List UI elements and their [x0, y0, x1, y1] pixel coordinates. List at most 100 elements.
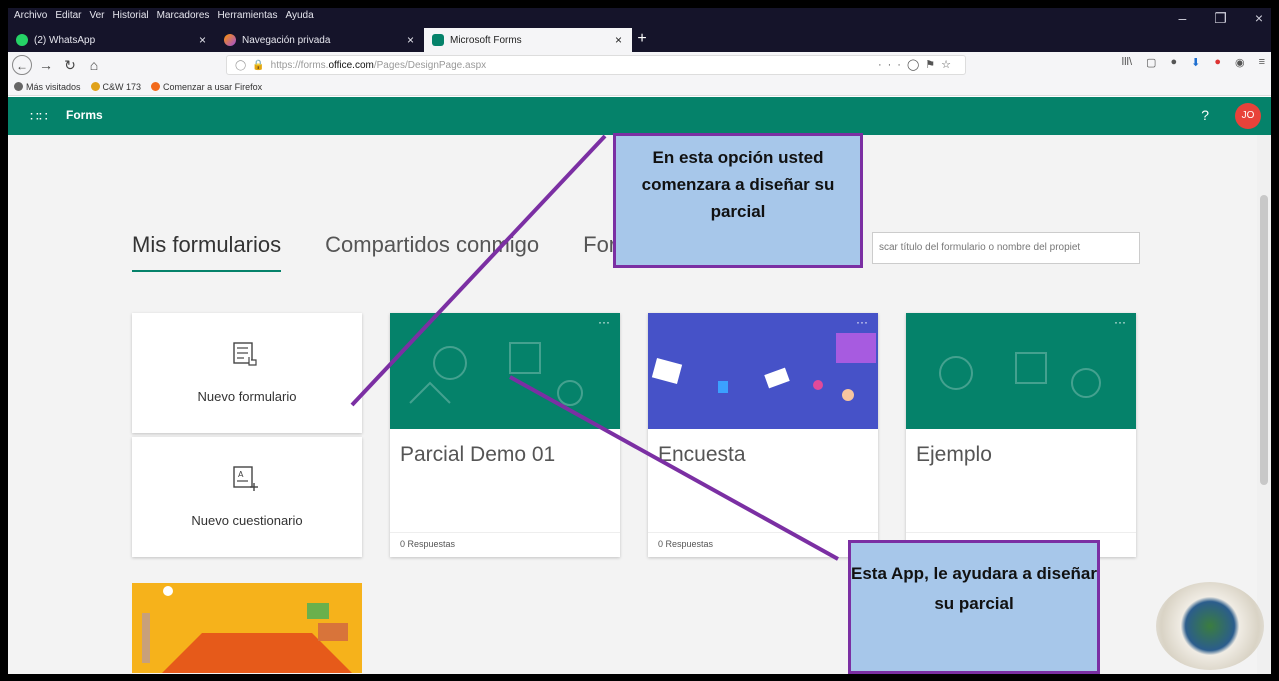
firefox-icon [151, 82, 161, 91]
url-actions[interactable]: ···◯⚑☆ [878, 58, 957, 71]
bookmarks-toolbar: Más visitados C&W 173 Comenzar a usar Fi… [8, 78, 1271, 96]
callout-design-option: En esta opción usted comenzara a diseñar… [613, 133, 863, 268]
form-card-ejemplo[interactable]: ··· Ejemplo [906, 313, 1136, 557]
avatar[interactable]: JO [1235, 103, 1261, 129]
form-title: Encuesta [658, 443, 746, 466]
bookmark-label: Comenzar a usar Firefox [163, 81, 263, 92]
library-icon[interactable]: lll\ [1122, 56, 1132, 69]
forms-header: ∷∷ Forms ? JO [8, 97, 1271, 135]
restore-icon[interactable]: ❐ [1214, 10, 1227, 27]
url-prefix: https://forms. [270, 59, 329, 71]
tab-microsoft-forms[interactable]: Microsoft Forms × [424, 28, 632, 52]
sidebar-icon[interactable]: ▢ [1146, 56, 1156, 69]
extension-icon[interactable]: ● [1170, 56, 1177, 69]
app-launcher-icon[interactable]: ∷∷ [30, 108, 48, 125]
tab-compartidos[interactable]: Compartidos conmigo [325, 232, 539, 272]
menu-marcadores[interactable]: Marcadores [157, 10, 210, 21]
new-quiz-label: Nuevo cuestionario [191, 513, 303, 528]
divider [906, 532, 1136, 533]
form-card-encuesta[interactable]: ··· Encuesta 0 Respuestas [648, 313, 878, 557]
tab-label: Microsoft Forms [450, 34, 522, 46]
menu-editar[interactable]: Editar [55, 10, 81, 21]
account-icon[interactable]: ◉ [1235, 56, 1245, 69]
divider [648, 532, 878, 533]
scrollbar[interactable] [1257, 135, 1271, 674]
tab-mis-formularios[interactable]: Mis formularios [132, 232, 282, 272]
new-tab-button[interactable]: + [632, 28, 652, 52]
bookmark-firefox[interactable]: Comenzar a usar Firefox [151, 82, 262, 92]
forms-nav-tabs: Mis formularios Compartidos conmigo Form [132, 232, 634, 272]
tracking-shield-icon[interactable]: ◯ [235, 60, 246, 71]
callout-app-help: Esta App, le ayudara a diseñar su parcia… [848, 540, 1100, 674]
card-banner: ··· [906, 313, 1136, 429]
minimize-icon[interactable]: – [1178, 10, 1186, 27]
menu-bar: Archivo Editar Ver Historial Marcadores … [14, 10, 314, 21]
close-tab-icon[interactable]: × [407, 33, 414, 47]
url-bar[interactable]: ◯ 🔒 https://forms. office.com/Pages/Desig… [226, 55, 966, 75]
menu-herramientas[interactable]: Herramientas [217, 10, 277, 21]
menu-ayuda[interactable]: Ayuda [285, 10, 313, 21]
tab-private[interactable]: Navegación privada × [216, 28, 424, 52]
window-controls: – ❐ × [1178, 10, 1263, 27]
banner-illustration [651, 333, 876, 401]
tab-whatsapp[interactable]: (2) WhatsApp × [8, 28, 216, 52]
new-form-label: Nuevo formulario [197, 389, 297, 404]
new-form-icon [233, 342, 257, 366]
bookmark-cw[interactable]: C&W 173 [90, 81, 142, 92]
card-more-icon[interactable]: ··· [1114, 315, 1126, 329]
bookmark-mas-visitados[interactable]: Más visitados [14, 82, 81, 92]
addon-badge-icon[interactable]: ● [1214, 56, 1221, 69]
whatsapp-icon [16, 34, 28, 46]
bookmark-label: Más visitados [26, 81, 81, 92]
help-button[interactable]: ? [1201, 107, 1209, 123]
new-quiz-button[interactable]: A Nuevo cuestionario [132, 437, 362, 557]
tab-label: (2) WhatsApp [34, 34, 96, 46]
flower-icon [90, 82, 100, 91]
toolbar-icons: lll\ ▢ ● ⬇ ● ◉ ≡ [1122, 56, 1265, 69]
menu-icon[interactable]: ≡ [1259, 56, 1265, 69]
navigation-toolbar: ← → ↻ ⌂ ◯ 🔒 https://forms. office.com/Pag… [8, 52, 1271, 78]
home-icon[interactable]: ⌂ [84, 55, 104, 75]
lock-icon[interactable]: 🔒 [252, 60, 264, 71]
gear-icon [14, 82, 23, 91]
card-banner: ··· [390, 313, 620, 429]
menu-archivo[interactable]: Archivo [14, 10, 47, 21]
card-banner: ··· [648, 313, 878, 429]
template-illustration [132, 583, 362, 673]
tab-label: Navegación privada [242, 34, 331, 46]
form-title: Parcial Demo 01 [400, 443, 556, 466]
url-domain: office.com [328, 59, 374, 71]
card-more-icon[interactable]: ··· [856, 315, 868, 329]
search-input[interactable]: scar título del formulario o nombre del … [872, 232, 1140, 264]
screenshot-frame: Archivo Editar Ver Historial Marcadores … [8, 8, 1271, 674]
back-icon[interactable]: ← [12, 55, 32, 75]
forward-icon[interactable]: → [36, 55, 56, 75]
menu-ver[interactable]: Ver [89, 10, 104, 21]
browser-titlebar: Archivo Editar Ver Historial Marcadores … [8, 8, 1271, 52]
card-more-icon[interactable]: ··· [598, 315, 610, 329]
reload-icon[interactable]: ↻ [60, 55, 80, 75]
new-quiz-icon: A [233, 466, 258, 491]
scroll-thumb[interactable] [1260, 195, 1268, 485]
svg-text:A: A [238, 470, 244, 479]
app-title[interactable]: Forms [66, 108, 103, 122]
close-tab-icon[interactable]: × [615, 33, 622, 47]
close-tab-icon[interactable]: × [199, 33, 206, 47]
forms-icon [432, 34, 444, 46]
form-card-parcial-demo[interactable]: ··· Parcial Demo 01 0 Respuestas [390, 313, 620, 557]
private-browsing-icon [224, 34, 236, 46]
template-card[interactable] [132, 583, 362, 673]
divider [390, 532, 620, 533]
close-window-icon[interactable]: × [1255, 10, 1263, 27]
url-path: /Pages/DesignPage.aspx [373, 59, 487, 71]
download-icon[interactable]: ⬇ [1191, 56, 1200, 69]
banner-pattern [939, 352, 1101, 398]
menu-historial[interactable]: Historial [113, 10, 149, 21]
bookmark-label: C&W 173 [102, 81, 142, 92]
new-form-button[interactable]: Nuevo formulario [132, 313, 362, 433]
banner-pattern [409, 342, 583, 406]
response-count: 0 Respuestas [658, 539, 714, 549]
tab-strip: (2) WhatsApp × Navegación privada × Micr… [8, 28, 1271, 52]
form-title: Ejemplo [916, 443, 992, 466]
institution-seal [1156, 582, 1264, 670]
